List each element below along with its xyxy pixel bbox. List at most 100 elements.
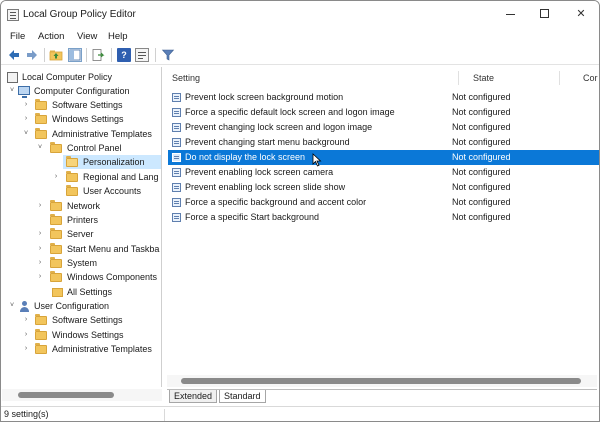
- tree-item-user-accounts[interactable]: User Accounts: [2, 184, 161, 198]
- table-row[interactable]: Force a specific background and accent c…: [168, 195, 599, 210]
- expand-chevron-icon[interactable]: ›: [22, 98, 30, 112]
- scrollbar-thumb[interactable]: [181, 378, 581, 384]
- table-row[interactable]: Force a specific default lock screen and…: [168, 105, 599, 120]
- collapse-chevron-icon[interactable]: ˅: [8, 299, 16, 313]
- collapse-chevron-icon[interactable]: ˅: [36, 141, 44, 155]
- table-row[interactable]: Prevent enabling lock screen camera Not c…: [168, 165, 599, 180]
- policy-setting-icon: [172, 183, 181, 192]
- minimize-icon: [506, 14, 515, 15]
- expand-chevron-icon[interactable]: ›: [22, 112, 30, 126]
- toolbar-separator: [111, 48, 112, 62]
- status-divider: [164, 409, 165, 421]
- up-folder-icon: [49, 50, 63, 61]
- tree-item-all-settings[interactable]: All Settings: [2, 285, 161, 299]
- title-bar[interactable]: Local Group Policy Editor ✕: [1, 1, 599, 29]
- show-hide-console-tree-button[interactable]: [68, 48, 82, 62]
- minimize-button[interactable]: [499, 5, 523, 23]
- expand-chevron-icon[interactable]: ›: [36, 227, 44, 241]
- menu-file[interactable]: File: [10, 31, 25, 42]
- setting-name: Prevent changing start menu background: [185, 137, 350, 147]
- folder-icon: [66, 185, 78, 196]
- setting-name: Force a specific background and accent c…: [185, 197, 367, 207]
- folder-icon: [35, 314, 47, 325]
- tree-item-system[interactable]: › System: [2, 256, 161, 270]
- tree-horizontal-scrollbar[interactable]: [2, 389, 162, 401]
- expand-chevron-icon[interactable]: ›: [22, 328, 30, 342]
- menu-help[interactable]: Help: [108, 31, 128, 42]
- tree-item-personalization[interactable]: Personalization: [63, 155, 161, 169]
- setting-state: Not configured: [452, 197, 511, 207]
- expand-chevron-icon[interactable]: ›: [22, 342, 30, 356]
- collapse-chevron-icon[interactable]: ˅: [22, 127, 30, 141]
- settings-list[interactable]: Setting State Cor Prevent lock screen ba…: [164, 67, 599, 389]
- expand-chevron-icon[interactable]: ›: [36, 270, 44, 284]
- table-row[interactable]: Prevent lock screen background motion Not…: [168, 90, 599, 105]
- tree-item-label: Local Computer Policy: [22, 72, 113, 82]
- collapse-chevron-icon[interactable]: ˅: [8, 84, 16, 98]
- expand-chevron-icon[interactable]: ›: [36, 256, 44, 270]
- scrollbar-thumb[interactable]: [18, 392, 114, 398]
- folder-icon: [50, 214, 62, 225]
- setting-name: Force a specific Start background: [185, 212, 320, 222]
- folder-icon: [35, 113, 47, 124]
- tree-item-computer-configuration[interactable]: ˅ Computer Configuration: [2, 84, 161, 98]
- up-one-level-button[interactable]: [49, 48, 63, 62]
- console-tree[interactable]: Local Computer Policy ˅ Computer Configu…: [2, 67, 162, 387]
- table-row[interactable]: Force a specific Start background Not con…: [168, 210, 599, 225]
- tree-item-user-software-settings[interactable]: › Software Settings: [2, 313, 161, 327]
- column-divider[interactable]: [458, 71, 459, 85]
- toolbar-separator: [44, 48, 45, 62]
- toolbar: ?: [1, 45, 599, 65]
- maximize-button[interactable]: [533, 5, 557, 23]
- tree-item-control-panel[interactable]: ˅ Control Panel: [2, 141, 161, 155]
- setting-state: Not configured: [452, 122, 511, 132]
- close-button[interactable]: ✕: [569, 5, 593, 23]
- tree-item-windows-components[interactable]: › Windows Components: [2, 270, 161, 284]
- tree-item-regional-and-language[interactable]: › Regional and Lang: [2, 170, 161, 184]
- expand-chevron-icon[interactable]: ›: [36, 242, 44, 256]
- group-policy-app-icon: [7, 9, 19, 21]
- tree-item-user-administrative-templates[interactable]: › Administrative Templates: [2, 342, 161, 356]
- properties-icon: [138, 52, 146, 59]
- tree-item-windows-settings[interactable]: › Windows Settings: [2, 112, 161, 126]
- tree-item-network[interactable]: › Network: [2, 199, 161, 213]
- help-button[interactable]: ?: [117, 48, 131, 62]
- column-header-state[interactable]: State: [473, 67, 494, 89]
- filter-icon: [161, 49, 175, 61]
- tab-standard[interactable]: Standard: [219, 390, 266, 403]
- column-divider[interactable]: [559, 71, 560, 85]
- list-horizontal-scrollbar[interactable]: [167, 375, 597, 387]
- tree-item-printers[interactable]: Printers: [2, 213, 161, 227]
- tree-item-user-windows-settings[interactable]: › Windows Settings: [2, 328, 161, 342]
- properties-button[interactable]: [135, 48, 149, 62]
- expand-chevron-icon[interactable]: ›: [22, 313, 30, 327]
- folder-icon: [35, 329, 47, 340]
- back-button[interactable]: [7, 48, 21, 62]
- table-row[interactable]: Prevent changing lock screen and logon i…: [168, 120, 599, 135]
- tree-item-software-settings[interactable]: › Software Settings: [2, 98, 161, 112]
- column-header-comment[interactable]: Cor: [583, 67, 598, 89]
- tree-item-local-computer-policy[interactable]: Local Computer Policy: [2, 70, 161, 84]
- setting-state: Not configured: [452, 182, 511, 192]
- forward-button[interactable]: [25, 48, 39, 62]
- filter-options-button[interactable]: [161, 48, 175, 62]
- menu-view[interactable]: View: [77, 31, 97, 42]
- tab-extended[interactable]: Extended: [169, 390, 218, 403]
- menu-action[interactable]: Action: [38, 31, 64, 42]
- table-row[interactable]: Prevent changing start menu background No…: [168, 135, 599, 150]
- table-row[interactable]: Do not display the lock screen Not config…: [168, 150, 599, 165]
- export-list-button[interactable]: [91, 48, 105, 62]
- expand-chevron-icon[interactable]: ›: [52, 170, 60, 184]
- help-icon: ?: [121, 50, 127, 60]
- folder-icon: [50, 257, 62, 268]
- tree-item-start-menu-and-taskbar[interactable]: › Start Menu and Taskba: [2, 242, 161, 256]
- show-hide-tree-icon: [69, 49, 81, 61]
- table-row[interactable]: Prevent enabling lock screen slide show N…: [168, 180, 599, 195]
- close-icon: ✕: [576, 8, 586, 20]
- tree-item-user-configuration[interactable]: ˅ User Configuration: [2, 299, 161, 313]
- tree-item-server[interactable]: › Server: [2, 227, 161, 241]
- column-header-setting[interactable]: Setting: [172, 67, 200, 89]
- toolbar-separator: [155, 48, 156, 62]
- expand-chevron-icon[interactable]: ›: [36, 199, 44, 213]
- tree-item-administrative-templates[interactable]: ˅ Administrative Templates: [2, 127, 161, 141]
